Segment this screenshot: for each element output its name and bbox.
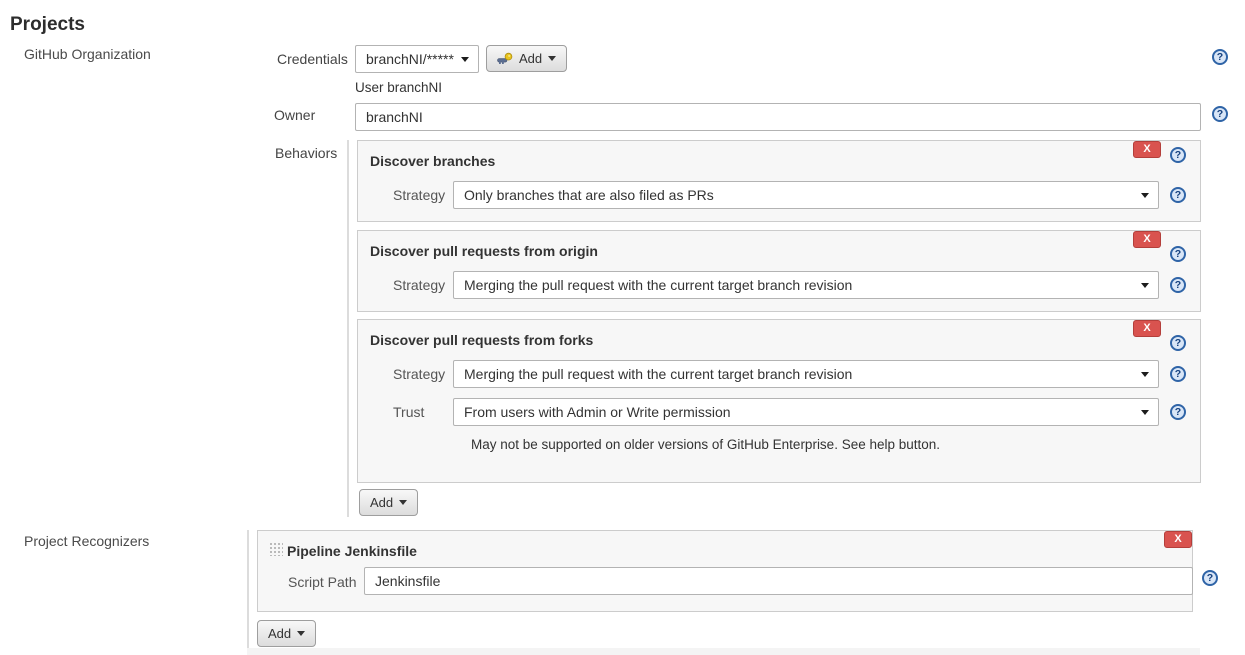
remove-behavior-button[interactable]: X [1133, 141, 1161, 158]
behavior-discover-pr-forks: Discover pull requests from forks X ? St… [357, 319, 1201, 483]
chevron-down-icon [548, 56, 556, 61]
strategy-label: Strategy [393, 367, 445, 381]
remove-behavior-button[interactable]: X [1133, 231, 1161, 248]
script-path-input[interactable] [364, 567, 1193, 595]
add-behavior-button[interactable]: Add [359, 489, 418, 516]
footer-divider [247, 648, 1200, 655]
chevron-down-icon [297, 631, 305, 636]
owner-input[interactable] [355, 103, 1201, 131]
credentials-select-value: branchNI/****** [366, 51, 454, 67]
strategy-select[interactable]: Merging the pull request with the curren… [453, 360, 1159, 388]
behaviors-label: Behaviors [275, 145, 337, 161]
add-credentials-label: Add [519, 51, 542, 66]
credentials-select[interactable]: branchNI/****** [355, 45, 479, 73]
chevron-down-icon [1141, 372, 1149, 377]
behavior-title: Discover pull requests from origin [370, 244, 598, 258]
add-recognizer-label: Add [268, 626, 291, 641]
remove-behavior-button[interactable]: X [1133, 320, 1161, 337]
project-recognizers-label: Project Recognizers [24, 533, 149, 549]
behavior-title: Discover branches [370, 154, 495, 168]
owner-label: Owner [274, 107, 315, 123]
strategy-select-value: Merging the pull request with the curren… [464, 366, 852, 382]
add-behavior-label: Add [370, 495, 393, 510]
script-path-help-icon[interactable]: ? [1202, 570, 1218, 586]
trust-select[interactable]: From users with Admin or Write permissio… [453, 398, 1159, 426]
chevron-down-icon [1141, 283, 1149, 288]
trust-label: Trust [393, 405, 424, 419]
behavior-discover-pr-origin: Discover pull requests from origin X ? S… [357, 230, 1201, 312]
project-recognizers-container-line [247, 530, 249, 648]
strategy-label: Strategy [393, 188, 445, 202]
behavior-help-icon[interactable]: ? [1170, 246, 1186, 262]
strategy-select-value: Merging the pull request with the curren… [464, 277, 852, 293]
behavior-title: Discover pull requests from forks [370, 333, 593, 347]
add-credentials-button[interactable]: Add [486, 45, 567, 72]
remove-recognizer-button[interactable]: X [1164, 531, 1192, 548]
trust-select-value: From users with Admin or Write permissio… [464, 404, 731, 420]
owner-help-icon[interactable]: ? [1212, 106, 1228, 122]
chevron-down-icon [461, 57, 469, 62]
behavior-help-icon[interactable]: ? [1170, 335, 1186, 351]
strategy-help-icon[interactable]: ? [1170, 187, 1186, 203]
page-title: Projects [10, 14, 85, 36]
behavior-help-icon[interactable]: ? [1170, 147, 1186, 163]
strategy-label: Strategy [393, 278, 445, 292]
chevron-down-icon [399, 500, 407, 505]
strategy-help-icon[interactable]: ? [1170, 366, 1186, 382]
projects-config-page: Projects GitHub Organization Credentials… [0, 0, 1245, 655]
key-icon [497, 52, 513, 66]
strategy-help-icon[interactable]: ? [1170, 277, 1186, 293]
chevron-down-icon [1141, 193, 1149, 198]
recognizer-pipeline-jenkinsfile: Pipeline Jenkinsfile X Script Path [257, 530, 1193, 612]
recognizer-title: Pipeline Jenkinsfile [287, 544, 417, 558]
chevron-down-icon [1141, 410, 1149, 415]
credentials-description: User branchNI [355, 80, 442, 95]
add-recognizer-button[interactable]: Add [257, 620, 316, 647]
credentials-label: Credentials [277, 51, 348, 67]
strategy-select[interactable]: Only branches that are also filed as PRs [453, 181, 1159, 209]
behavior-discover-branches: Discover branches X ? Strategy Only bran… [357, 140, 1201, 222]
drag-handle-icon[interactable] [269, 542, 283, 556]
strategy-select[interactable]: Merging the pull request with the curren… [453, 271, 1159, 299]
script-path-label: Script Path [288, 575, 356, 589]
credentials-help-icon[interactable]: ? [1212, 49, 1228, 65]
github-organization-label: GitHub Organization [24, 46, 151, 62]
trust-help-icon[interactable]: ? [1170, 404, 1186, 420]
forks-support-note: May not be supported on older versions o… [471, 437, 940, 452]
behaviors-container-line [347, 140, 349, 517]
strategy-select-value: Only branches that are also filed as PRs [464, 187, 714, 203]
